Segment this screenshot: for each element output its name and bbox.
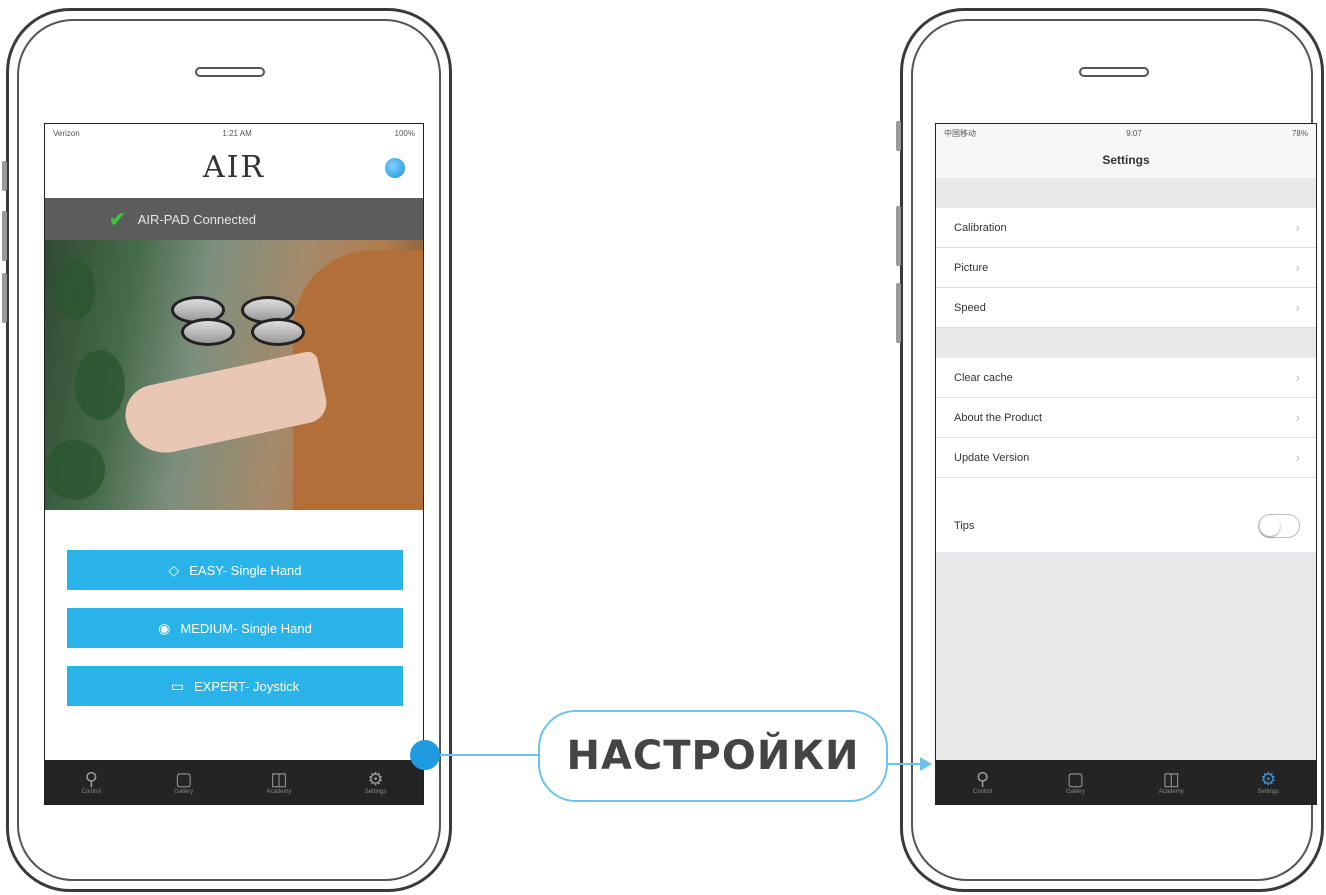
folder-icon: ▢ [1066,769,1084,789]
settings-row-about[interactable]: About the Product › [936,398,1316,438]
stage: Verizon 1:21 AM 100% AIR ✔ AIR-PAD Conne… [0,0,1326,895]
battery-label: 78% [1291,128,1308,138]
right-phone: 中国移动 9:07 78% Settings Calibration › Pic… [896,8,1324,892]
expert-mode-button[interactable]: ▭ EXPERT- Joystick [67,666,403,706]
section-gap [936,328,1316,358]
tab-gallery[interactable]: ▢ Gallery [1066,769,1085,795]
settings-row-speed[interactable]: Speed › [936,288,1316,328]
callout-marker-dot [410,740,440,770]
hero-image [45,240,423,510]
chevron-right-icon: › [1295,410,1300,425]
calibration-label: Calibration [954,221,1007,234]
medium-mode-label: MEDIUM- Single Hand [180,620,312,636]
volume-up-button [896,206,901,266]
settings-row-picture[interactable]: Picture › [936,248,1316,288]
tab-control-label: Control [972,789,993,795]
bottom-tab-bar: ⚲ Control ▢ Gallery ◫ Academy ⚙ Settings [45,760,423,804]
tab-settings[interactable]: ⚙ Settings [1257,769,1279,795]
easy-mode-label: EASY- Single Hand [189,562,302,578]
page-title: Settings [936,142,1316,178]
drone-image [171,296,305,346]
tab-control[interactable]: ⚲ Control [82,769,101,795]
speed-label: Speed [954,301,986,314]
tab-settings-label: Settings [1257,789,1280,795]
easy-mode-icon: ◇ [168,561,180,578]
callout-label: НАСТРОЙКИ [538,710,888,802]
foliage-shape [55,260,95,320]
callout-arrow-icon [920,757,932,771]
speaker-slot [195,67,265,77]
chevron-right-icon: › [1295,260,1300,275]
flight-mode-list: ◇ EASY- Single Hand ◉ MEDIUM- Single Han… [45,510,423,800]
section-gap [936,478,1316,500]
section-gap [936,178,1316,208]
callout-connector-left [440,754,540,756]
tab-academy[interactable]: ◫ Academy [266,769,291,795]
volume-up-button [2,211,7,261]
clock-label: 9:07 [1126,128,1142,138]
left-screen: Verizon 1:21 AM 100% AIR ✔ AIR-PAD Conne… [44,123,424,805]
medium-mode-icon: ◉ [158,619,171,636]
tab-academy-label: Academy [266,789,292,795]
gear-icon: ⚙ [367,769,384,789]
carrier-label: 中国移动 [944,128,976,138]
tab-academy-label: Academy [1158,789,1184,795]
clear-cache-label: Clear cache [954,371,1013,384]
update-label: Update Version [954,451,1030,464]
callout-connector-right [886,763,922,765]
chevron-right-icon: › [1295,450,1300,465]
connection-status-bar: ✔ AIR-PAD Connected [45,198,423,240]
gear-icon: ⚙ [1260,769,1277,789]
foliage-shape [75,350,125,420]
left-phone: Verizon 1:21 AM 100% AIR ✔ AIR-PAD Conne… [2,8,452,892]
chevron-right-icon: › [1295,370,1300,385]
picture-label: Picture [954,261,989,274]
connection-status-text: AIR-PAD Connected [137,211,257,227]
settings-row-update[interactable]: Update Version › [936,438,1316,478]
status-bar: Verizon 1:21 AM 100% [45,124,423,142]
tab-settings-label: Settings [364,789,387,795]
battery-label: 100% [394,128,415,138]
about-label: About the Product [954,411,1043,424]
air-logo: AIR [202,150,266,185]
bottom-tab-bar: ⚲ Control ▢ Gallery ◫ Academy ⚙ Settings [936,760,1316,804]
book-icon: ◫ [1162,769,1180,789]
foliage-shape [45,440,105,500]
clock-label: 1:21 AM [222,128,252,138]
status-bar: 中国移动 9:07 78% [936,124,1316,142]
volume-down-button [2,273,7,323]
easy-mode-button[interactable]: ◇ EASY- Single Hand [67,550,403,590]
globe-icon[interactable] [385,158,405,178]
medium-mode-button[interactable]: ◉ MEDIUM- Single Hand [67,608,403,648]
check-icon: ✔ [109,208,126,231]
person-icon: ⚲ [84,769,98,789]
tab-control[interactable]: ⚲ Control [973,769,992,795]
volume-down-button [896,283,901,343]
chevron-right-icon: › [1295,300,1300,315]
expert-mode-label: EXPERT- Joystick [194,678,300,694]
tab-control-label: Control [81,789,101,795]
tab-gallery[interactable]: ▢ Gallery [174,769,193,795]
tab-academy[interactable]: ◫ Academy [1159,769,1184,795]
tips-label: Tips [954,520,975,532]
tab-gallery-label: Gallery [174,789,194,795]
tab-gallery-label: Gallery [1065,789,1085,795]
mute-switch [2,161,7,191]
tips-toggle[interactable] [1258,514,1300,538]
folder-icon: ▢ [175,769,193,789]
tab-settings[interactable]: ⚙ Settings [365,769,387,795]
settings-row-tips: Tips [936,500,1316,552]
settings-row-clear-cache[interactable]: Clear cache › [936,358,1316,398]
speaker-slot [1079,67,1149,77]
person-icon: ⚲ [975,769,990,789]
mute-switch [896,121,901,151]
carrier-label: Verizon [53,128,80,138]
book-icon: ◫ [270,769,288,789]
settings-row-calibration[interactable]: Calibration › [936,208,1316,248]
right-screen: 中国移动 9:07 78% Settings Calibration › Pic… [935,123,1317,805]
chevron-right-icon: › [1295,220,1300,235]
app-header: AIR [45,142,423,198]
expert-mode-icon: ▭ [170,677,184,694]
